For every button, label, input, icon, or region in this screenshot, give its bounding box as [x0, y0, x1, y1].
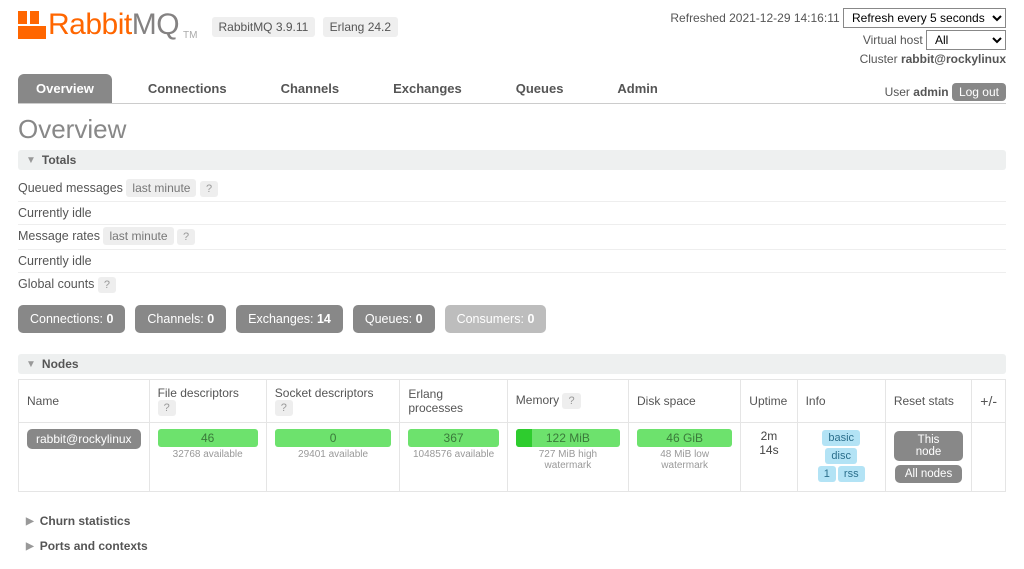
global-counts: Connections: 0 Channels: 0 Exchanges: 14… — [18, 305, 1006, 333]
nodes-table: Name File descriptors ? Socket descripto… — [18, 379, 1006, 492]
mem-bar: 122 MiB — [516, 429, 620, 447]
refresh-interval-select[interactable]: Refresh every 5 seconds — [843, 8, 1006, 28]
section-churn-header[interactable]: Churn statistics — [18, 511, 1006, 531]
logo[interactable]: RabbitMQ TM — [18, 8, 198, 42]
section-totals-header[interactable]: Totals — [18, 150, 1006, 170]
user-value: admin — [913, 85, 948, 99]
count-connections[interactable]: Connections: 0 — [18, 305, 125, 333]
cluster-label: Cluster — [860, 52, 898, 66]
ep-bar: 367 — [408, 429, 498, 447]
info-chip-rss[interactable]: rss — [838, 466, 865, 482]
table-row: rabbit@rockylinux 46 32768 available 0 2… — [19, 423, 1006, 492]
sd-bar: 0 — [275, 429, 392, 447]
tab-exchanges[interactable]: Exchanges — [375, 74, 480, 103]
node-name-badge[interactable]: rabbit@rockylinux — [27, 429, 141, 449]
col-uptime[interactable]: Uptime — [741, 380, 797, 423]
columns-toggle-button[interactable]: +/- — [972, 380, 1006, 423]
col-sd[interactable]: Socket descriptors ? — [266, 380, 400, 423]
help-icon[interactable]: ? — [562, 393, 580, 409]
vhost-select[interactable]: All — [926, 30, 1006, 50]
section-nodes-title: Nodes — [42, 357, 79, 371]
help-icon[interactable]: ? — [158, 400, 176, 416]
count-exchanges[interactable]: Exchanges: 14 — [236, 305, 343, 333]
col-fd[interactable]: File descriptors ? — [149, 380, 266, 423]
count-channels[interactable]: Channels: 0 — [135, 305, 226, 333]
refreshed-time: 2021-12-29 14:16:11 — [729, 11, 840, 25]
reset-this-node-button[interactable]: This node — [894, 431, 963, 461]
erlang-version-chip: Erlang 24.2 — [323, 17, 398, 37]
disk-bar: 46 GiB — [637, 429, 732, 447]
table-header-row: Name File descriptors ? Socket descripto… — [19, 380, 1006, 423]
chevron-right-icon — [26, 516, 34, 527]
section-ports-title: Ports and contexts — [40, 539, 148, 553]
help-icon[interactable]: ? — [177, 229, 195, 245]
global-counts-label: Global counts — [18, 277, 94, 291]
info-chip-basic[interactable]: basic — [822, 430, 860, 446]
info-cell: basic disc 1rss — [797, 423, 885, 492]
section-ports-header[interactable]: Ports and contexts — [18, 536, 1006, 556]
fd-bar: 46 — [158, 429, 258, 447]
version-chips: RabbitMQ 3.9.11 Erlang 24.2 — [212, 20, 403, 34]
help-icon[interactable]: ? — [98, 277, 116, 293]
tab-connections[interactable]: Connections — [130, 74, 245, 103]
rabbitmq-version-chip: RabbitMQ 3.9.11 — [212, 17, 316, 37]
tab-overview[interactable]: Overview — [18, 74, 112, 103]
refreshed-label: Refreshed — [670, 11, 725, 25]
reset-cell: This node All nodes — [885, 423, 971, 492]
queued-idle-text: Currently idle — [18, 202, 1006, 225]
section-nodes-header[interactable]: Nodes — [18, 354, 1006, 374]
section-totals-body: Queued messages last minute ? Currently … — [18, 175, 1006, 349]
disk-sub: 48 MiB low watermark — [637, 449, 732, 471]
trademark: TM — [183, 30, 197, 41]
mem-sub: 727 MiB high watermark — [516, 449, 620, 471]
status-block: Refreshed 2021-12-29 14:16:11 Refresh ev… — [670, 8, 1006, 68]
cluster-value: rabbit@rockylinux — [901, 52, 1006, 66]
col-ep[interactable]: Erlang processes — [400, 380, 507, 423]
message-rates-label: Message rates — [18, 229, 100, 243]
user-block: User admin Log out — [885, 85, 1006, 99]
uptime-cell: 2m 14s — [741, 423, 797, 492]
tab-admin[interactable]: Admin — [599, 74, 675, 103]
reset-all-nodes-button[interactable]: All nodes — [895, 465, 962, 483]
logout-button[interactable]: Log out — [952, 83, 1006, 101]
section-totals-title: Totals — [42, 153, 76, 167]
period-chip-rates[interactable]: last minute — [103, 227, 173, 245]
chevron-down-icon — [26, 155, 36, 166]
count-queues[interactable]: Queues: 0 — [353, 305, 435, 333]
page-title: Overview — [18, 114, 1006, 145]
info-chip-disc[interactable]: disc — [825, 448, 857, 464]
rabbitmq-icon — [18, 11, 46, 39]
col-reset[interactable]: Reset stats — [885, 380, 971, 423]
header: RabbitMQ TM RabbitMQ 3.9.11 Erlang 24.2 … — [18, 8, 1006, 68]
col-disk[interactable]: Disk space — [629, 380, 741, 423]
sd-sub: 29401 available — [275, 449, 392, 460]
help-icon[interactable]: ? — [200, 181, 218, 197]
user-label: User — [885, 85, 910, 99]
logo-text: RabbitMQ — [48, 8, 179, 42]
queued-messages-label: Queued messages — [18, 181, 123, 195]
help-icon[interactable]: ? — [275, 400, 293, 416]
period-chip-queued[interactable]: last minute — [126, 179, 196, 197]
section-churn-title: Churn statistics — [40, 514, 131, 528]
vhost-label: Virtual host — [863, 33, 923, 47]
count-consumers[interactable]: Consumers: 0 — [445, 305, 547, 333]
ep-sub: 1048576 available — [408, 449, 498, 460]
col-info[interactable]: Info — [797, 380, 885, 423]
fd-sub: 32768 available — [158, 449, 258, 460]
chevron-down-icon — [26, 359, 36, 370]
rates-idle-text: Currently idle — [18, 250, 1006, 273]
info-chip-1[interactable]: 1 — [818, 466, 836, 482]
tab-channels[interactable]: Channels — [263, 74, 358, 103]
col-name[interactable]: Name — [19, 380, 150, 423]
chevron-right-icon — [26, 541, 34, 552]
col-mem[interactable]: Memory ? — [507, 380, 628, 423]
tab-queues[interactable]: Queues — [498, 74, 582, 103]
main-tabs: Overview Connections Channels Exchanges … — [18, 74, 1006, 104]
